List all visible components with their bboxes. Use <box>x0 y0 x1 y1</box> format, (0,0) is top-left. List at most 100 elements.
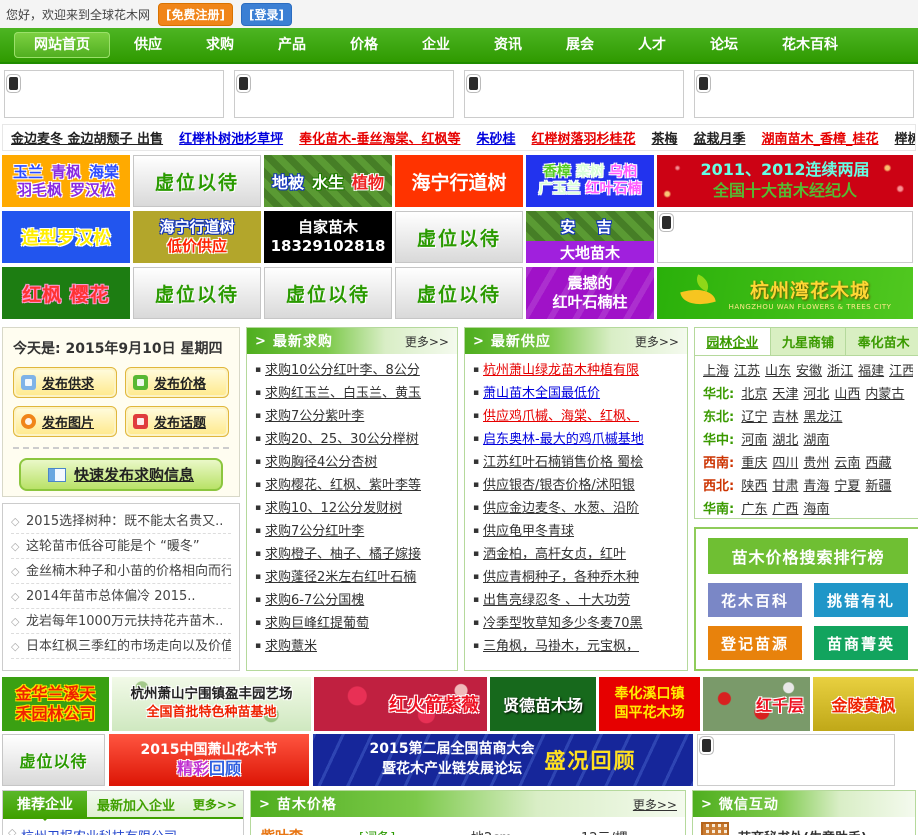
supply-link[interactable]: 供应鸡爪槭、海棠、红枫、 <box>483 409 639 424</box>
banner-dibei-shuisheng[interactable]: 地被 水生 植物 <box>264 155 392 207</box>
news-link[interactable]: 日本红枫三季红的市场走向以及价值.. <box>26 639 231 654</box>
region-link[interactable]: 湖北 <box>772 433 798 448</box>
banner-bottlebrush[interactable]: 红千层 <box>703 677 810 731</box>
ad-placeholder[interactable] <box>4 70 224 118</box>
banner-yulan-qingfeng[interactable]: 玉兰 青枫 海棠 羽毛枫 罗汉松 <box>2 155 130 207</box>
region-link[interactable]: 内蒙古 <box>865 387 904 402</box>
supply-link[interactable]: 启东奥林-最大的鸡爪槭基地 <box>483 432 644 447</box>
buy-link[interactable]: 求购7公分红叶李 <box>265 524 364 539</box>
region-link[interactable]: 浙江 <box>827 364 853 379</box>
region-link[interactable]: 西藏 <box>865 456 891 471</box>
publish-photo-button[interactable]: 发布图片 <box>13 406 117 437</box>
more-link[interactable]: 更多>> <box>193 796 237 813</box>
news-link[interactable]: 金丝楠木种子和小苗的价格相向而行 <box>26 564 231 579</box>
nav-item[interactable]: 价格 <box>330 32 398 58</box>
ad-placeholder[interactable] <box>694 70 914 118</box>
region-link[interactable]: 甘肃 <box>772 479 798 494</box>
banner-hongfeng-yinghua[interactable]: 红枫 樱花 <box>2 267 130 319</box>
banner-haining-roadtree[interactable]: 海宁行道树 <box>395 155 523 207</box>
buy-link[interactable]: 求购胸径4公分杏树 <box>265 455 377 470</box>
region-link[interactable]: 重庆 <box>741 456 767 471</box>
region-link[interactable]: 吉林 <box>772 410 798 425</box>
region-link[interactable]: 海南 <box>803 502 829 517</box>
banner-hongye-shinan-zhu[interactable]: 震撼的 红叶石楠柱 <box>526 267 654 319</box>
region-link[interactable]: 天津 <box>772 387 798 402</box>
buy-link[interactable]: 求购6-7公分国槐 <box>265 593 364 608</box>
region-link[interactable]: 云南 <box>834 456 860 471</box>
news-item[interactable]: 2015选择树种：既不能太名贵又.. <box>11 509 231 534</box>
news-item[interactable]: 这轮苗市低谷可能是个 “暖冬” <box>11 534 231 559</box>
region-link[interactable]: 福建 <box>858 364 884 379</box>
news-link[interactable]: 2014年苗市总体偏冷 2015.. <box>26 589 196 604</box>
tab-fenghua-seedlings[interactable]: 奉化苗木 <box>846 328 918 355</box>
news-item[interactable]: 2014年苗市总体偏冷 2015.. <box>11 584 231 609</box>
banner-vacant[interactable]: 虚位以待 <box>2 734 105 786</box>
region-link[interactable]: 贵州 <box>803 456 829 471</box>
buy-link[interactable]: 求购20、25、30公分榉树 <box>265 432 419 447</box>
ad-placeholder[interactable] <box>697 734 895 786</box>
region-link[interactable]: 新疆 <box>865 479 891 494</box>
buy-link[interactable]: 求购薏米 <box>265 639 317 654</box>
buy-link[interactable]: 求购红玉兰、白玉兰、黄玉 <box>265 386 421 401</box>
publish-supply-demand-button[interactable]: 发布供求 <box>13 367 117 398</box>
banner-jinhua-lanxi[interactable]: 金华兰溪天 禾园林公司 <box>2 677 109 731</box>
banner-vacant[interactable]: 虚位以待 <box>264 267 392 319</box>
news-link[interactable]: 这轮苗市低谷可能是个 “暖冬” <box>26 539 200 554</box>
price-plant-name[interactable]: 紫叶李 <box>261 826 359 835</box>
news-link[interactable]: 龙岩每年1000万元扶持花卉苗木.. <box>26 614 223 629</box>
news-link[interactable]: 2015选择树种：既不能太名贵又.. <box>26 514 223 529</box>
region-link[interactable]: 上海 <box>703 364 729 379</box>
banner-vacant[interactable]: 虚位以待 <box>133 155 261 207</box>
region-link[interactable]: 山西 <box>834 387 860 402</box>
banner-guoping-nursery[interactable]: 奉化溪口镇 国平花木场 <box>599 677 700 731</box>
nav-item[interactable]: 资讯 <box>474 32 542 58</box>
region-link[interactable]: 陕西 <box>741 479 767 494</box>
banner-red-rocket-crape-myrtle[interactable]: 红火箭紫薇 <box>314 677 487 731</box>
banner-national-merchant-conference[interactable]: 2015第二届全国苗商大会 暨花木产业链发展论坛 盛况回顾 <box>313 734 693 786</box>
supply-link[interactable]: 供应金边麦冬、水葱、沿阶 <box>483 501 639 516</box>
ad-placeholder[interactable] <box>657 211 913 263</box>
banner-zijia-miaomu-phone[interactable]: 自家苗木 18329102818 <box>264 211 392 263</box>
region-link[interactable]: 北京 <box>741 387 767 402</box>
nav-item[interactable]: 展会 <box>546 32 614 58</box>
banner-jinling-yellow-maple[interactable]: 金陵黄枫 <box>813 677 914 731</box>
news-item[interactable]: 日本红枫三季红的市场走向以及价值.. <box>11 634 231 659</box>
banner-xiaoshan-flower-festival[interactable]: 2015中国萧山花木节 精彩回顾 <box>109 734 309 786</box>
login-button[interactable]: [登录] <box>241 2 292 26</box>
region-link[interactable]: 江苏 <box>734 364 760 379</box>
buy-link[interactable]: 求购蓬径2米左右红叶石楠 <box>265 570 416 585</box>
buy-link[interactable]: 求购橙子、柚子、橘子嫁接 <box>265 547 421 562</box>
banner-xiangzhang-luanshu[interactable]: 香樟 栾树 乌桕 广玉兰 红叶石楠 <box>526 155 654 207</box>
supply-link[interactable]: 萧山苗木全国最低价 <box>483 386 600 401</box>
more-link[interactable]: 更多>> <box>635 333 679 350</box>
tab-newest-companies[interactable]: 最新加入企业 <box>97 795 175 814</box>
supply-link[interactable]: 三角枫，马褂木，元宝枫， <box>483 639 639 654</box>
supply-link[interactable]: 供应青桐种子，各种乔木种 <box>483 570 639 585</box>
region-link[interactable]: 江西 <box>889 364 913 379</box>
banner-vacant[interactable]: 虚位以待 <box>133 267 261 319</box>
nav-item[interactable]: 企业 <box>402 32 470 58</box>
supply-link[interactable]: 出售亮绿忍冬 、十大功劳 <box>483 593 630 608</box>
more-link[interactable]: 更多>> <box>633 796 677 813</box>
banner-anji-dadi[interactable]: 安 吉 大地苗木 <box>526 211 654 263</box>
tab-garden-companies[interactable]: 园林企业 <box>695 328 771 355</box>
nav-item[interactable]: 网站首页 <box>14 32 110 58</box>
nav-item[interactable]: 产品 <box>258 32 326 58</box>
nav-item[interactable]: 论坛 <box>690 32 758 58</box>
region-link[interactable]: 安徽 <box>796 364 822 379</box>
banner-haining-cheap-supply[interactable]: 海宁行道树 低价供应 <box>133 211 261 263</box>
banner-xiande-nursery[interactable]: 贤德苗木场 <box>490 677 596 731</box>
more-link[interactable]: 更多>> <box>405 333 449 350</box>
company-link[interactable]: 杭州卫报农业科技有限公司 <box>21 830 177 835</box>
region-link[interactable]: 宁夏 <box>834 479 860 494</box>
nav-item[interactable]: 花木百科 <box>762 32 858 58</box>
nav-item[interactable]: 供应 <box>114 32 182 58</box>
quick-link[interactable]: 湖南苗木_香樟_桂花 <box>762 128 879 147</box>
region-link[interactable]: 广西 <box>772 502 798 517</box>
supply-link[interactable]: 冷季型牧草知多少冬麦70黑 <box>483 616 643 631</box>
banner-yingfeng-garden[interactable]: 杭州萧山宁围镇盈丰园艺场 全国首批特色种苗基地 <box>112 677 311 731</box>
quick-link[interactable]: 茶梅 <box>652 128 678 147</box>
region-link[interactable]: 湖南 <box>803 433 829 448</box>
register-seedling-button[interactable]: 登记苗源 <box>708 626 802 660</box>
banner-vacant[interactable]: 虚位以待 <box>395 211 523 263</box>
